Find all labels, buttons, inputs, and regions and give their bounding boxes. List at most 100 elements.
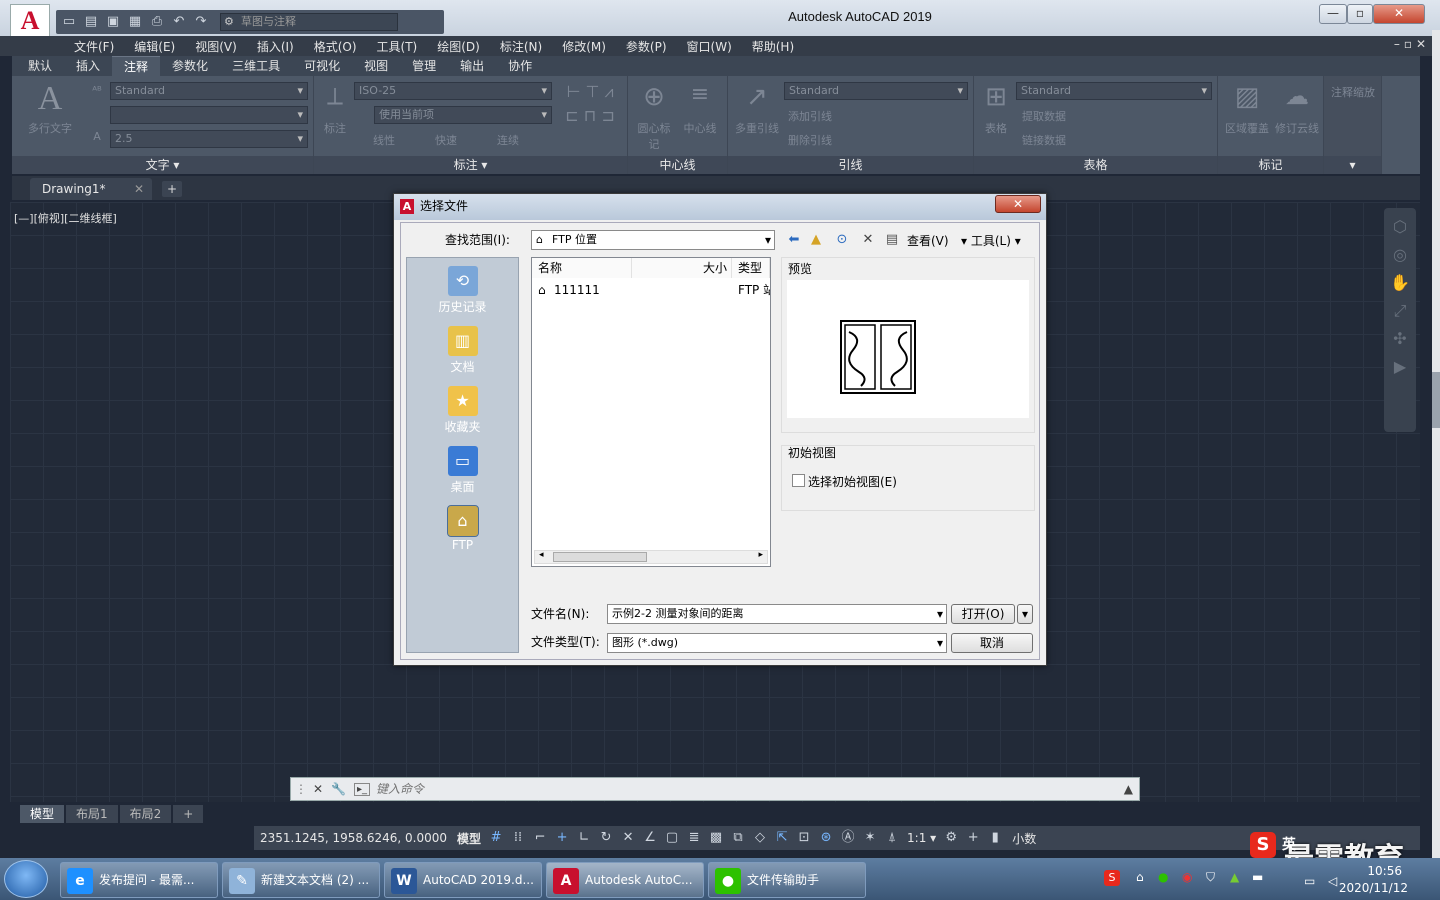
add-leader-button[interactable]: 添加引线: [788, 108, 908, 124]
dim-adjust-icons[interactable]: ⊏ ⊓ ⊐: [560, 106, 620, 125]
start-button[interactable]: [4, 860, 48, 898]
taskbar-item[interactable]: ● 文件传输助手: [708, 862, 866, 898]
layout-tab[interactable]: 布局1: [66, 805, 118, 823]
coordinates-readout[interactable]: 2351.1245, 1958.6246, 0.0000: [254, 831, 453, 845]
select-initial-view-checkbox[interactable]: [792, 474, 805, 487]
up-folder-icon[interactable]: ▲: [807, 231, 825, 249]
layout-tab[interactable]: 布局2: [119, 805, 172, 823]
monitor-icon[interactable]: ▭: [1304, 874, 1315, 888]
workspace-gear-icon[interactable]: ⚙: [940, 827, 962, 849]
infer-icon[interactable]: ⌐: [529, 827, 551, 849]
wrench-icon[interactable]: 🔧: [331, 782, 346, 796]
center-mark-icon[interactable]: ⊕: [634, 82, 674, 112]
taskbar-item[interactable]: ✎ 新建文本文档 (2) ...: [222, 862, 380, 898]
text-height-select[interactable]: 2.5: [110, 130, 308, 148]
continue-dim-button[interactable]: 连续: [478, 132, 538, 148]
dialog-title-bar[interactable]: A 选择文件 ✕: [394, 194, 1046, 220]
quick-dim-button[interactable]: 快速: [416, 132, 476, 148]
menu-item[interactable]: 工具(T): [367, 38, 428, 55]
workspace-select[interactable]: ⚙ 草图与注释: [220, 13, 398, 31]
tab-7[interactable]: 管理: [400, 56, 448, 76]
new-icon[interactable]: ▭: [60, 13, 78, 31]
grid-icon[interactable]: #: [485, 827, 507, 849]
3d-osnap-icon[interactable]: ◇: [749, 827, 771, 849]
tab-6[interactable]: 视图: [352, 56, 400, 76]
create-folder-icon[interactable]: ▤: [883, 231, 901, 249]
layout-tab[interactable]: +: [173, 805, 204, 823]
snap-icon[interactable]: ⁞⁞: [507, 827, 529, 849]
model-space-toggle[interactable]: 模型: [453, 830, 485, 847]
sogou-tray-icon[interactable]: S: [1104, 870, 1120, 886]
auto-scale-icon[interactable]: ✶: [859, 827, 881, 849]
object-snap-icon[interactable]: ▢: [661, 827, 683, 849]
file-row[interactable]: ⌂ 111111 FTP 站: [532, 280, 770, 300]
shield-icon[interactable]: ⛉: [1206, 870, 1215, 885]
column-type[interactable]: 类型: [732, 258, 770, 278]
annotation-monitor-icon[interactable]: +: [962, 827, 984, 849]
back-icon[interactable]: ⬅: [785, 231, 803, 249]
open-dropdown-button[interactable]: ▾: [1017, 604, 1033, 624]
menu-item[interactable]: 绘图(D): [427, 38, 490, 55]
linear-dim-button[interactable]: 线性: [354, 132, 414, 148]
redo-icon[interactable]: ↷: [192, 13, 210, 31]
table-icon[interactable]: ⊞: [978, 82, 1014, 112]
dimension-group-title[interactable]: 标注 ▾: [314, 156, 627, 174]
place-history[interactable]: ⟲ 历史记录: [407, 262, 518, 320]
dim-style-select[interactable]: ISO-25: [354, 82, 552, 100]
tab-drawing1[interactable]: Drawing1* ✕: [30, 178, 152, 200]
steering-wheel-icon[interactable]: ◎: [1389, 244, 1411, 266]
taskbar-item[interactable]: e 发布提问 - 最需...: [60, 862, 218, 898]
menu-item[interactable]: 插入(I): [247, 38, 304, 55]
selection-filter-icon[interactable]: ⊡: [793, 827, 815, 849]
units-select[interactable]: 小数: [1006, 830, 1042, 847]
dynamic-input-icon[interactable]: +: [551, 827, 573, 849]
filename-input[interactable]: 示例2-2 测量对象间的距离: [607, 604, 947, 624]
wechat-tray-icon[interactable]: ●: [1158, 870, 1168, 884]
tab-4[interactable]: 三维工具: [220, 56, 292, 76]
file-list[interactable]: 名称 大小 类型 ⌂ 111111 FTP 站 ◂ ▸: [531, 257, 771, 567]
print-icon[interactable]: ⎙: [148, 13, 166, 31]
undo-icon[interactable]: ↶: [170, 13, 188, 31]
scrollbar-thumb[interactable]: [1432, 372, 1440, 428]
command-prompt-icon[interactable]: ▸_: [354, 782, 371, 796]
menu-item[interactable]: 窗口(W): [677, 38, 742, 55]
vertical-scrollbar[interactable]: [1432, 30, 1440, 870]
menu-item[interactable]: 帮助(H): [742, 38, 804, 55]
clock-date[interactable]: 2020/11/12: [1339, 881, 1408, 895]
place-desktop[interactable]: ▭ 桌面: [407, 442, 518, 500]
dimension-icon[interactable]: ⟂: [318, 82, 352, 110]
application-menu-button[interactable]: A: [10, 4, 50, 38]
link-data-button[interactable]: 链接数据: [1022, 132, 1142, 148]
taskbar-item[interactable]: W AutoCAD 2019.d...: [384, 862, 542, 898]
tab-8[interactable]: 输出: [448, 56, 496, 76]
find-text-field[interactable]: [110, 106, 308, 124]
annotation-scale-select[interactable]: 1:1 ▾: [903, 831, 940, 845]
dim-layer-select[interactable]: 使用当前项: [374, 106, 552, 124]
minimize-button[interactable]: —: [1319, 4, 1347, 24]
filetype-select[interactable]: 图形 (*.dwg): [607, 633, 947, 653]
search-web-icon[interactable]: ⊙: [833, 231, 851, 249]
tools-menu[interactable]: ▾ 工具(L) ▾: [961, 232, 1021, 249]
tab-9[interactable]: 协作: [496, 56, 544, 76]
save-as-icon[interactable]: ▦: [126, 13, 144, 31]
command-history-icon[interactable]: ▲: [1124, 782, 1133, 796]
extract-data-button[interactable]: 提取数据: [1022, 108, 1142, 124]
network-icon[interactable]: ⌂: [1136, 870, 1144, 884]
save-icon[interactable]: ▣: [104, 13, 122, 31]
tab-0[interactable]: 默认: [16, 56, 64, 76]
open-folder-icon[interactable]: ▤: [82, 13, 100, 31]
viewport-controls[interactable]: [—][俯视][二维线框]: [14, 210, 117, 226]
transparency-icon[interactable]: ▩: [705, 827, 727, 849]
menu-item[interactable]: 标注(N): [490, 38, 552, 55]
menu-item[interactable]: 修改(M): [552, 38, 616, 55]
document-window-controls[interactable]: –▫✕: [1394, 37, 1430, 51]
orbit-icon[interactable]: ✣: [1389, 328, 1411, 350]
annotation-scale-label[interactable]: 注释缩放: [1326, 84, 1380, 100]
ribbon-expand-button[interactable]: ▾: [1324, 156, 1381, 174]
isodraft-icon[interactable]: ✕: [617, 827, 639, 849]
ortho-icon[interactable]: ∟: [573, 827, 595, 849]
gizmo-icon[interactable]: ⊛: [815, 827, 837, 849]
layout-tab[interactable]: 模型: [20, 805, 65, 823]
cancel-button[interactable]: 取消: [951, 633, 1033, 653]
leader-style-select[interactable]: Standard: [784, 82, 968, 100]
